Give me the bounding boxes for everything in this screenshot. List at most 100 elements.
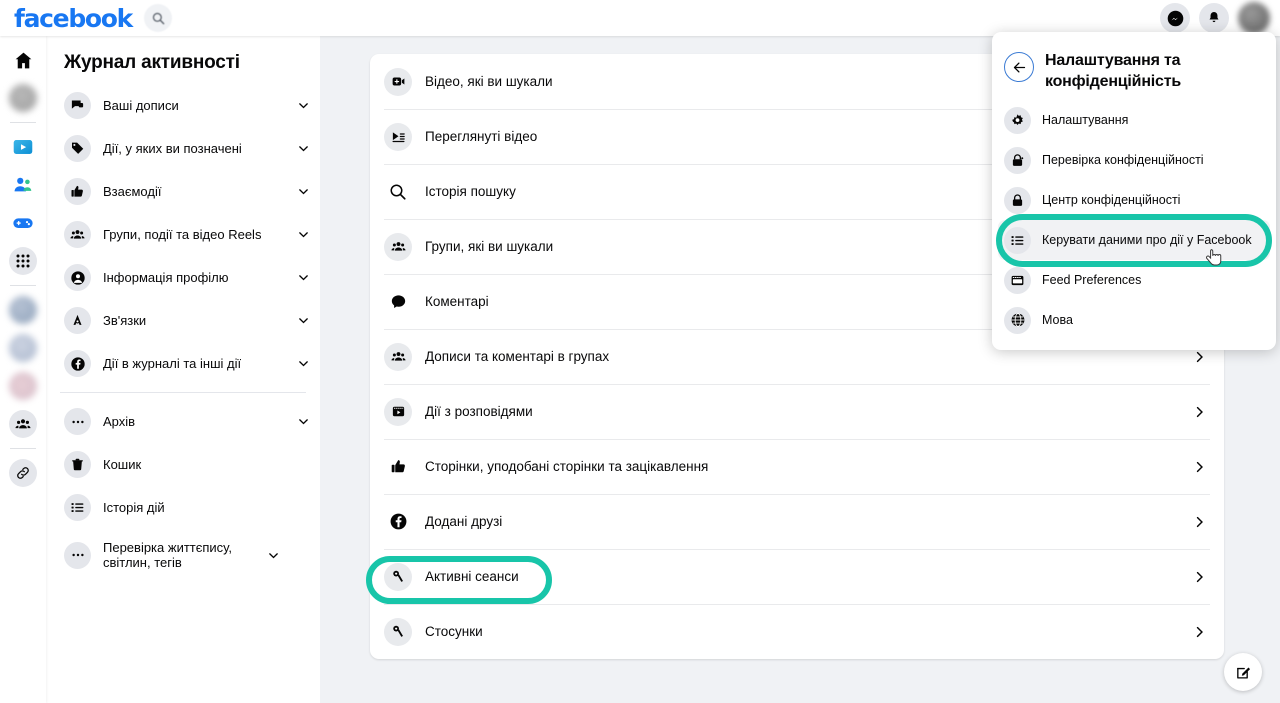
groups-icon [15, 419, 31, 429]
video-icon [13, 140, 33, 154]
tag-icon [64, 135, 91, 162]
groups-icon [384, 232, 412, 261]
messenger-button[interactable] [1160, 3, 1190, 33]
dropdown-title: Налаштування та конфіденційність [1045, 52, 1181, 90]
sidebar-item-profile-info[interactable]: Інформація профілю [46, 256, 320, 299]
sidebar-item-timeline-review[interactable]: Перевірка життєпису, світлин, тегів [46, 529, 320, 581]
video-watched-icon [384, 122, 412, 151]
facebook-icon [64, 350, 91, 377]
rail-divider [10, 122, 36, 123]
thumbs-up-icon [384, 453, 412, 481]
sidebar-item-label: Архів [103, 414, 136, 429]
rail-item-groups[interactable] [9, 410, 37, 438]
list-item[interactable]: Дії з розповідями [370, 384, 1224, 439]
rail-shortcut-3[interactable] [9, 372, 37, 400]
rail-item-friends[interactable] [9, 171, 37, 199]
dropdown-item-manage-activity-data[interactable]: Керувати даними про дії у Facebook [996, 214, 1272, 267]
list-item-active-sessions[interactable]: Активні сеанси [370, 549, 1224, 604]
list-icon [64, 494, 91, 521]
trash-icon [64, 451, 91, 478]
list-item-label: Стосунки [425, 624, 483, 639]
page-title: Журнал активності [64, 52, 240, 73]
rail-item-gaming[interactable] [9, 209, 37, 237]
sidebar-item-label: Групи, події та відео Reels [103, 227, 262, 242]
facebook-logo[interactable]: facebook [14, 6, 133, 31]
menu-grid-icon [16, 254, 30, 268]
chevron-down-icon [299, 419, 308, 425]
sidebar-item-connections[interactable]: Зв'язки [46, 299, 320, 342]
search-icon [152, 12, 164, 24]
search-button[interactable] [144, 4, 172, 32]
feed-icon [1004, 266, 1031, 294]
rail-item-link[interactable] [9, 459, 37, 487]
dropdown-item-language[interactable]: Мова [992, 300, 1276, 340]
settings-privacy-dropdown: Налаштування та конфіденційність Налашту… [992, 32, 1276, 350]
rail-item-profile[interactable] [9, 84, 37, 112]
rail-item-video[interactable] [9, 133, 37, 161]
sidebar-item-groups-events-reels[interactable]: Групи, події та відео Reels [46, 213, 320, 256]
globe-icon [1004, 306, 1031, 334]
rail-shortcut-1[interactable] [9, 296, 37, 324]
chevron-down-icon [299, 146, 308, 152]
dropdown-header: Налаштування та конфіденційність [992, 40, 1276, 100]
rail-shortcut-2[interactable] [9, 334, 37, 362]
rail-item-home[interactable] [9, 46, 37, 74]
list-icon [1004, 226, 1031, 254]
comment-icon [384, 288, 412, 316]
top-navigation-bar: facebook [0, 0, 1280, 36]
sidebar-item-action-history[interactable]: Історія дій [46, 486, 320, 529]
sidebar-item-your-posts[interactable]: Ваші дописи [46, 84, 320, 127]
rail-item-menu[interactable] [9, 247, 37, 275]
chevron-down-icon [299, 361, 308, 367]
topbar-actions [1160, 2, 1280, 34]
search-icon [384, 178, 412, 206]
profile-avatar[interactable] [1238, 2, 1270, 34]
sidebar-item-label: Перевірка життєпису, світлин, тегів [103, 540, 232, 570]
facebook-icon [384, 508, 412, 536]
chevron-down-icon [299, 318, 308, 324]
sidebar-item-label: Кошик [103, 457, 142, 472]
chevron-right-icon [1196, 516, 1203, 527]
connections-icon [64, 307, 91, 334]
sidebar-item-label: Зв'язки [103, 313, 147, 328]
list-item[interactable]: Сторінки, уподобані сторінки та зацікавл… [370, 439, 1224, 494]
bell-icon [1209, 12, 1219, 23]
sidebar-item-tagged[interactable]: Дії, у яких ви позначені [46, 127, 320, 170]
groups-icon [384, 342, 412, 371]
friends-icon [14, 177, 32, 192]
sidebar-divider [60, 392, 306, 393]
dropdown-item-settings[interactable]: Налаштування [992, 100, 1276, 140]
sidebar-item-log-actions[interactable]: Дії в журналі та інші дії [46, 342, 320, 385]
dropdown-item-label: Feed Preferences [1042, 273, 1142, 287]
list-item[interactable]: Стосунки [370, 604, 1224, 659]
dropdown-item-label: Мова [1042, 313, 1073, 327]
sidebar-item-archive[interactable]: Архів [46, 400, 320, 443]
left-icon-rail [0, 36, 46, 703]
dropdown-item-privacy-center[interactable]: Центр конфіденційності [992, 180, 1276, 220]
activity-log-sidebar: Журнал активності Ваші дописи Дії, у яки… [46, 36, 320, 703]
sidebar-item-label: Взаємодії [103, 184, 162, 199]
dots-icon [64, 408, 91, 435]
sidebar-item-label: Дії, у яких ви позначені [103, 141, 242, 156]
sidebar-item-trash[interactable]: Кошик [46, 443, 320, 486]
key-icon [384, 617, 412, 646]
back-button[interactable] [1004, 52, 1034, 82]
chevron-down-icon [299, 232, 308, 238]
dropdown-item-label: Налаштування [1042, 113, 1129, 127]
compose-button[interactable] [1224, 653, 1262, 691]
gaming-icon [13, 218, 33, 229]
posts-icon [64, 92, 91, 119]
profile-circle-icon [64, 264, 91, 291]
lock-icon [1004, 186, 1031, 214]
dropdown-item-privacy-checkup[interactable]: Перевірка конфіденційності [992, 140, 1276, 180]
list-item[interactable]: Додані друзі [370, 494, 1224, 549]
chevron-right-icon [1196, 461, 1203, 472]
sidebar-item-interactions[interactable]: Взаємодії [46, 170, 320, 213]
sidebar-item-label: Дії в журналі та інші дії [103, 356, 242, 371]
dots-icon [64, 541, 91, 569]
list-item-label: Дописи та коментарі в групах [425, 349, 610, 364]
thumbs-up-icon [64, 178, 91, 205]
dropdown-item-feed-preferences[interactable]: Feed Preferences [992, 260, 1276, 300]
video-search-icon [384, 67, 412, 96]
notifications-button[interactable] [1199, 3, 1229, 33]
